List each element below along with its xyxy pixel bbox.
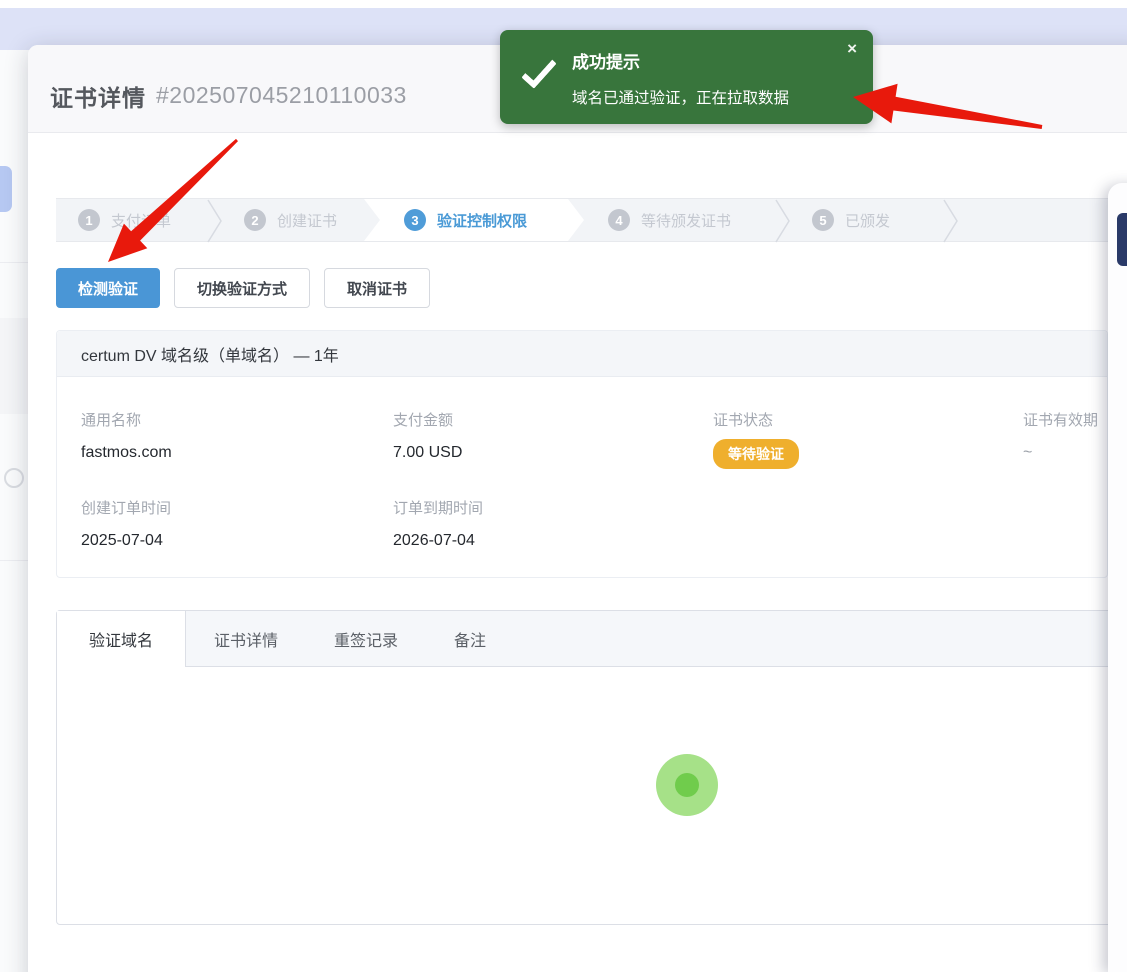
step-label: 创建证书 bbox=[277, 210, 337, 231]
toast-message: 域名已通过验证，正在拉取数据 bbox=[572, 86, 789, 108]
field-order-created: 创建订单时间 2025-07-04 bbox=[81, 497, 171, 550]
tab-cert-details[interactable]: 证书详情 bbox=[186, 611, 306, 667]
certificate-info-card: certum DV 域名级（单域名） — 1年 通用名称 fastmos.com… bbox=[56, 330, 1108, 578]
field-value: 2026-07-04 bbox=[393, 532, 483, 550]
step-separator-icon bbox=[774, 199, 792, 243]
field-label: 支付金额 bbox=[393, 409, 462, 430]
field-label: 创建订单时间 bbox=[81, 497, 171, 518]
field-label: 证书状态 bbox=[713, 409, 799, 430]
step-verify-control-active: 3 验证控制权限 bbox=[364, 199, 584, 241]
cancel-certificate-button[interactable]: 取消证书 bbox=[324, 268, 430, 308]
tab-remarks[interactable]: 备注 bbox=[426, 611, 514, 667]
order-number: #202507045210110033 bbox=[156, 82, 407, 109]
side-floating-panel bbox=[1108, 183, 1127, 972]
step-wizard: 1 支付订单 2 创建证书 3 验证控制权限 4 等待颁发证书 5 已颁发 bbox=[56, 198, 1108, 242]
step-filler bbox=[960, 199, 1108, 241]
field-cert-status: 证书状态 等待验证 bbox=[713, 409, 799, 469]
step-number-badge: 4 bbox=[608, 209, 630, 231]
check-icon bbox=[521, 52, 556, 89]
success-toast: 成功提示 域名已通过验证，正在拉取数据 × bbox=[500, 30, 873, 124]
background-sidebar-active-item bbox=[0, 166, 12, 212]
product-title: certum DV 域名级（单域名） — 1年 bbox=[57, 331, 1107, 377]
field-order-expiry: 订单到期时间 2026-07-04 bbox=[393, 497, 483, 550]
step-label: 支付订单 bbox=[111, 210, 171, 231]
detail-tabs-panel: 验证域名 证书详情 重签记录 备注 bbox=[56, 610, 1116, 925]
field-cert-validity: 证书有效期 ~ bbox=[1023, 409, 1098, 462]
screen: 证书详情 #202507045210110033 1 支付订单 2 创建证书 3… bbox=[0, 0, 1127, 972]
background-row bbox=[0, 318, 28, 414]
step-separator-icon bbox=[206, 199, 224, 243]
field-label: 证书有效期 bbox=[1023, 409, 1098, 430]
loading-spinner bbox=[656, 754, 718, 816]
check-validation-button[interactable]: 检测验证 bbox=[56, 268, 160, 308]
field-value: ~ bbox=[1023, 444, 1098, 462]
field-label: 通用名称 bbox=[81, 409, 172, 430]
close-icon[interactable]: × bbox=[847, 40, 857, 57]
tab-strip: 验证域名 证书详情 重签记录 备注 bbox=[57, 611, 1115, 667]
step-separator-icon bbox=[942, 199, 960, 243]
modal-title: 证书详情 bbox=[50, 79, 146, 113]
field-paid-amount: 支付金额 7.00 USD bbox=[393, 409, 462, 462]
tab-verify-domain[interactable]: 验证域名 bbox=[57, 611, 186, 667]
step-wait-issue: 4 等待颁发证书 bbox=[584, 199, 774, 241]
certificate-detail-modal: 证书详情 #202507045210110033 1 支付订单 2 创建证书 3… bbox=[28, 45, 1127, 972]
step-create-cert: 2 创建证书 bbox=[224, 199, 364, 241]
step-number-badge: 5 bbox=[812, 209, 834, 231]
step-number-badge: 2 bbox=[244, 209, 266, 231]
step-label: 已颁发 bbox=[845, 210, 890, 231]
field-label: 订单到期时间 bbox=[393, 497, 483, 518]
step-label: 等待颁发证书 bbox=[641, 210, 731, 231]
step-pay-order: 1 支付订单 bbox=[56, 199, 206, 241]
background-divider bbox=[0, 262, 28, 263]
status-badge: 等待验证 bbox=[713, 439, 799, 469]
switch-validation-method-button[interactable]: 切换验证方式 bbox=[174, 268, 310, 308]
tab-reissue-records[interactable]: 重签记录 bbox=[306, 611, 426, 667]
toast-title: 成功提示 bbox=[572, 48, 640, 73]
background-top-strip bbox=[0, 0, 1127, 8]
step-number-badge: 3 bbox=[404, 209, 426, 231]
loading-spinner-core bbox=[675, 773, 699, 797]
background-search-icon bbox=[4, 468, 24, 488]
field-value: 2025-07-04 bbox=[81, 532, 171, 550]
step-label: 验证控制权限 bbox=[437, 210, 527, 231]
background-divider bbox=[0, 560, 28, 561]
action-bar: 检测验证 切换验证方式 取消证书 bbox=[56, 268, 444, 308]
field-value: 7.00 USD bbox=[393, 444, 462, 462]
side-panel-handle-button[interactable] bbox=[1117, 213, 1127, 266]
field-value: fastmos.com bbox=[81, 444, 172, 462]
step-number-badge: 1 bbox=[78, 209, 100, 231]
step-issued: 5 已颁发 bbox=[792, 199, 942, 241]
field-common-name: 通用名称 fastmos.com bbox=[81, 409, 172, 462]
